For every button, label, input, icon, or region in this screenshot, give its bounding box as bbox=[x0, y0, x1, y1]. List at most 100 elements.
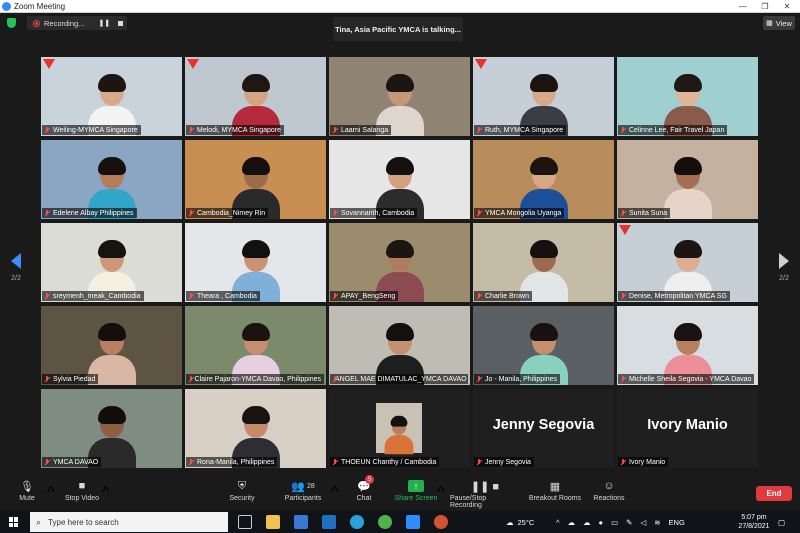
participant-tile[interactable]: ANGEL MAE DIMATULAC_YMCA DAVAO bbox=[329, 306, 470, 385]
participant-tile[interactable]: Jenny Segovia Jenny Segovia bbox=[473, 389, 614, 468]
participant-tile[interactable]: Denise, Metropolitan YMCA SG bbox=[617, 223, 758, 302]
zoom-taskbar-icon[interactable] bbox=[406, 515, 420, 529]
edge-icon[interactable] bbox=[350, 515, 364, 529]
network-icon[interactable]: ☁ bbox=[568, 518, 576, 527]
view-button[interactable]: ▦ View bbox=[763, 16, 795, 30]
security-button[interactable]: ⛨ Security bbox=[207, 477, 277, 509]
participant-tile[interactable]: APAY_BengSeng bbox=[329, 223, 470, 302]
participants-button[interactable]: 👥 28 Participants bbox=[268, 477, 338, 509]
participant-name: Jenny Segovia bbox=[485, 458, 531, 466]
participant-tile[interactable]: Celinne Lee, Fair Travel Japan bbox=[617, 57, 758, 136]
muted-microphone-icon bbox=[476, 126, 482, 134]
participant-name-label: Melodi, MYMCA Singapore bbox=[186, 125, 285, 135]
taskbar-search-box[interactable]: ⌕ Type here to search bbox=[30, 512, 228, 532]
pause-icon[interactable]: ❚❚ bbox=[98, 19, 110, 27]
cloud-icon: ☁ bbox=[506, 517, 514, 527]
shield-icon[interactable] bbox=[7, 18, 16, 28]
muted-microphone-icon bbox=[332, 458, 338, 466]
weather-widget[interactable]: ☁ 25°C bbox=[506, 511, 534, 533]
participant-tile[interactable]: Rona-Manila, Philippines bbox=[185, 389, 326, 468]
participant-name-label: Laarni Salanga bbox=[330, 125, 392, 135]
page-indicator-right: 2/2 bbox=[779, 275, 789, 282]
participant-tile[interactable]: Melodi, MYMCA Singapore bbox=[185, 57, 326, 136]
participant-name-label: Cambodia_Nimey Rin bbox=[186, 208, 269, 218]
recording-label: Recording... bbox=[44, 18, 85, 28]
participant-name-label: YMCA DAVAO bbox=[42, 457, 102, 467]
pen-icon[interactable]: ✎ bbox=[626, 518, 632, 527]
participant-name: Sovannarith, Cambodia bbox=[341, 209, 415, 217]
gallery-grid: Weiling-MYMCA Singapore Melodi, MYMCA Sin… bbox=[41, 57, 758, 468]
participant-name-label: THOEUN Chanthy / Cambodia bbox=[330, 457, 440, 467]
participant-name: Cambodia_Nimey Rin bbox=[197, 209, 266, 217]
muted-microphone-icon bbox=[332, 292, 338, 300]
wifi-icon[interactable]: ≋ bbox=[654, 518, 660, 527]
participant-name-label: Sylvia Piedad bbox=[42, 374, 99, 384]
participant-tile[interactable]: YMCA Mongolia Uyanga bbox=[473, 140, 614, 219]
notifications-icon[interactable]: ▢ bbox=[778, 511, 785, 533]
participant-tile[interactable]: Sovannarith, Cambodia bbox=[329, 140, 470, 219]
close-button[interactable]: ✕ bbox=[776, 0, 798, 13]
powerpoint-icon[interactable] bbox=[434, 515, 448, 529]
participant-name: ANGEL MAE DIMATULAC_YMCA DAVAO bbox=[335, 375, 467, 383]
participant-name-label: Ivory Manio bbox=[618, 457, 669, 467]
participant-name-label: YMCA Mongolia Uyanga bbox=[474, 208, 565, 218]
participant-name: Sylvia Piedad bbox=[53, 375, 96, 383]
pause-stop-recording-button[interactable]: ❚❚ ■ Pause/Stop Recording bbox=[450, 477, 520, 510]
participant-name-label: ANGEL MAE DIMATULAC_YMCA DAVAO bbox=[330, 374, 468, 384]
participant-tile[interactable]: Sylvia Piedad bbox=[41, 306, 182, 385]
participant-tile[interactable]: Weiling-MYMCA Singapore bbox=[41, 57, 182, 136]
participant-tile[interactable]: Ruth, MYMCA Singapore bbox=[473, 57, 614, 136]
participant-name: sreymenh_meak_Cambodia bbox=[53, 292, 141, 300]
end-meeting-button[interactable]: End bbox=[756, 486, 792, 501]
language-indicator[interactable]: ENG bbox=[669, 518, 685, 527]
participant-tile[interactable]: Sunita Suna bbox=[617, 140, 758, 219]
onedrive-icon[interactable]: ☁ bbox=[583, 518, 591, 527]
recording-indicator: Recording... ❚❚ bbox=[27, 16, 127, 30]
speaker-icon[interactable]: ◁ bbox=[640, 518, 646, 527]
participant-tile[interactable]: Michelle Sheila Segovia - YMCA Davao bbox=[617, 306, 758, 385]
minimize-button[interactable]: — bbox=[732, 0, 754, 13]
record-icon bbox=[33, 19, 40, 27]
clock-date: 27/8/2021 bbox=[738, 523, 770, 530]
stop-icon[interactable] bbox=[118, 20, 124, 26]
page-indicator-left: 2/2 bbox=[11, 275, 21, 282]
windows-start-icon[interactable] bbox=[9, 517, 19, 527]
outlook-icon[interactable] bbox=[322, 515, 336, 529]
participant-tile[interactable]: Cambodia_Nimey Rin bbox=[185, 140, 326, 219]
participant-tile[interactable]: YMCA DAVAO bbox=[41, 389, 182, 468]
chevron-up-icon[interactable]: ^ bbox=[556, 518, 560, 527]
maximize-button[interactable]: ❐ bbox=[754, 0, 776, 13]
participant-tile[interactable]: Charlie Brown bbox=[473, 223, 614, 302]
participant-name-label: Rona-Manila, Philippines bbox=[186, 457, 278, 467]
next-page-button[interactable]: 2/2 bbox=[774, 253, 794, 293]
reactions-button[interactable]: ☺ Reactions bbox=[574, 477, 644, 509]
task-view-icon[interactable] bbox=[238, 515, 252, 529]
participant-tile[interactable]: Ivory Manio Ivory Manio bbox=[617, 389, 758, 468]
active-speaker-banner: Tina, Asia Pacific YMCA is talking... bbox=[333, 17, 463, 41]
previous-page-button[interactable]: 2/2 bbox=[6, 253, 26, 293]
muted-microphone-icon bbox=[620, 458, 626, 466]
taskbar-clock[interactable]: 5:07 pm 27/8/2021 bbox=[734, 513, 774, 531]
participant-name-label: Claire Pajaron-YMCA Davao, Philippines bbox=[186, 374, 324, 384]
ymca-logo-icon bbox=[187, 59, 199, 69]
participant-tile[interactable]: THOEUN Chanthy / Cambodia bbox=[329, 389, 470, 468]
display-icon[interactable]: ▭ bbox=[611, 518, 618, 527]
video-camera-icon: ■ bbox=[78, 480, 86, 492]
participant-tile[interactable]: Laarni Salanga bbox=[329, 57, 470, 136]
participant-tile[interactable]: Claire Pajaron-YMCA Davao, Philippines bbox=[185, 306, 326, 385]
muted-microphone-icon bbox=[188, 458, 194, 466]
file-explorer-icon[interactable] bbox=[266, 515, 280, 529]
participant-tile[interactable]: Theara , Cambodia bbox=[185, 223, 326, 302]
share-options-caret-icon[interactable]: ^ bbox=[437, 484, 445, 502]
chrome-icon[interactable] bbox=[378, 515, 392, 529]
window-title: Zoom Meeting bbox=[14, 1, 66, 11]
mail-icon[interactable] bbox=[294, 515, 308, 529]
webcam-icon[interactable]: ● bbox=[599, 518, 604, 527]
participant-tile[interactable]: Edelene Albay Philippines bbox=[41, 140, 182, 219]
participant-tile[interactable]: Jo - Manila, Philippines bbox=[473, 306, 614, 385]
search-placeholder: Type here to search bbox=[48, 517, 119, 527]
participant-name: Ivory Manio bbox=[629, 458, 666, 466]
video-options-caret-icon[interactable]: ^ bbox=[102, 484, 110, 502]
participant-tile[interactable]: sreymenh_meak_Cambodia bbox=[41, 223, 182, 302]
participant-name-label: Sunita Suna bbox=[618, 208, 671, 218]
